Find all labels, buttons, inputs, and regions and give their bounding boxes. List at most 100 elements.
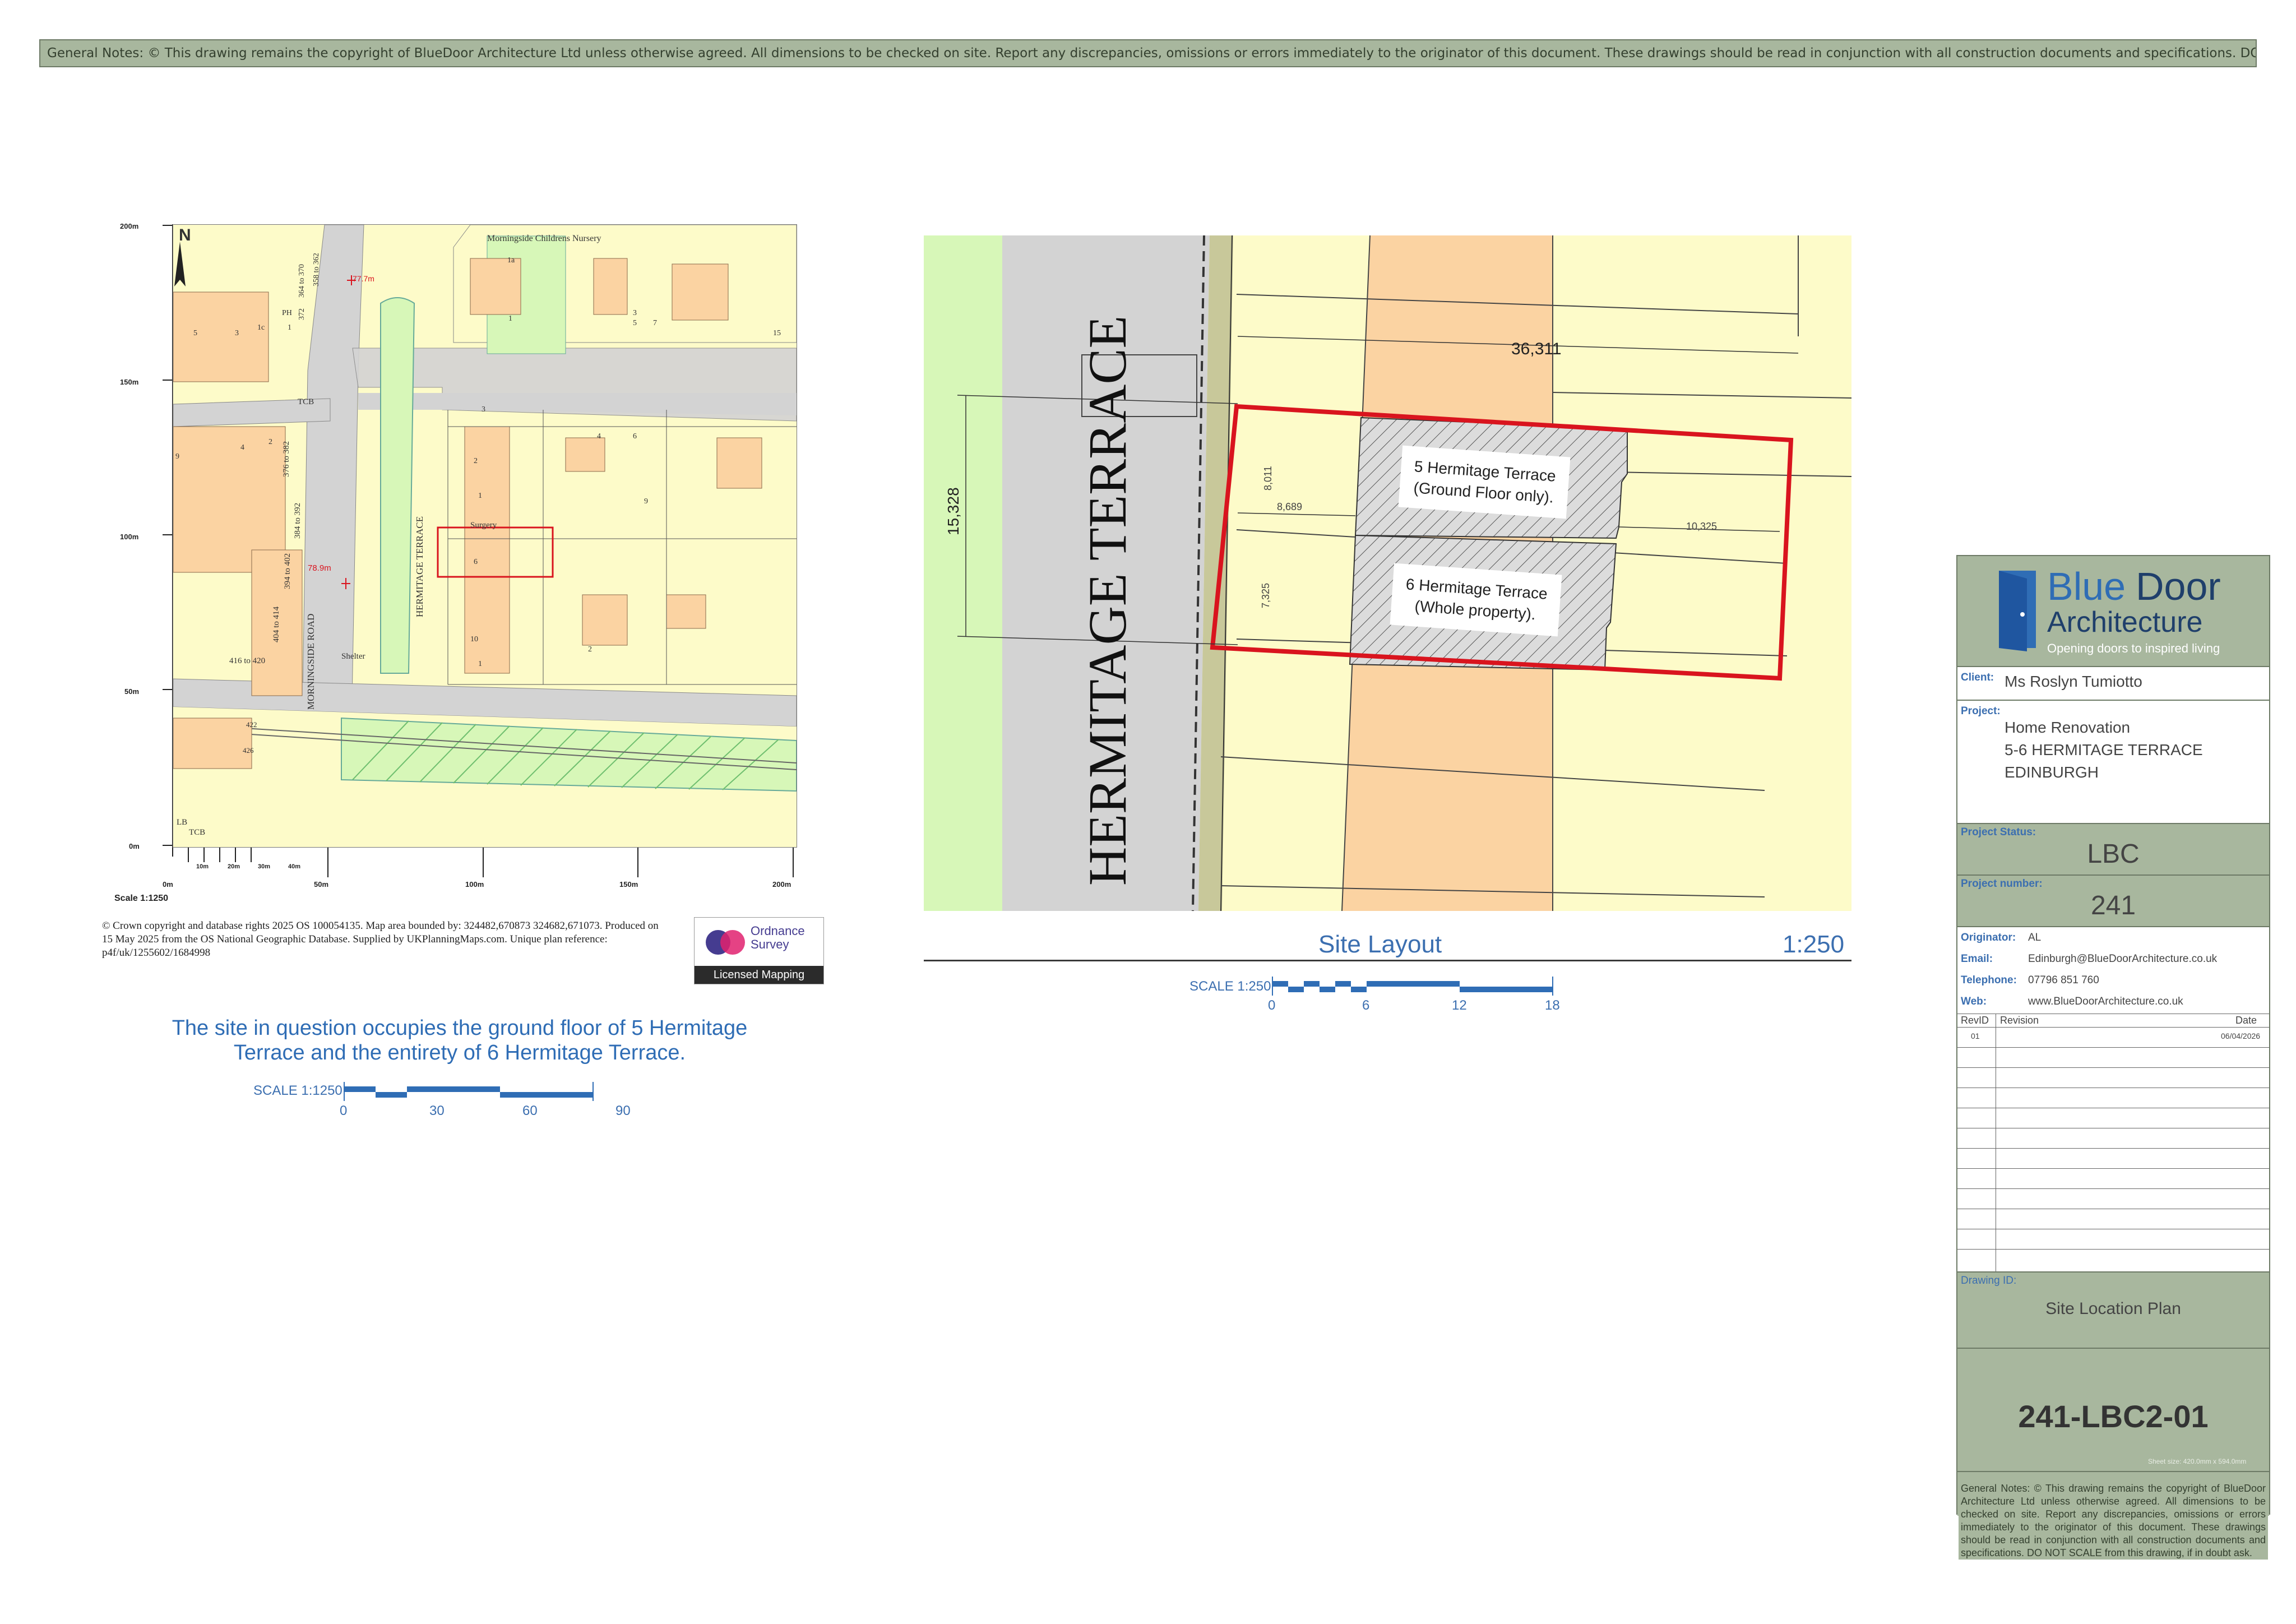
project-label: Project: — [1961, 705, 2001, 717]
number-value: 241 — [2090, 891, 2136, 920]
title-block: Blue Door Architecture Opening doors to … — [1956, 555, 2270, 1516]
spot-height-77: 77.7m — [353, 274, 374, 283]
house-no: 1 — [478, 660, 482, 668]
logo-blue: Blue — [2047, 565, 2126, 608]
house-no: 6 — [474, 558, 478, 566]
scale-250-tick-18: 18 — [1545, 998, 1560, 1013]
site-layout-scale: 1:250 — [1783, 931, 1845, 958]
scale-1250-tick-0: 0 — [340, 1103, 348, 1118]
licensed-mapping-label: Licensed Mapping — [695, 966, 823, 984]
house-no: 5 — [633, 319, 637, 327]
logo-tagline: Opening doors to inspired living — [2047, 641, 2220, 655]
label-358: 358 to 362 — [312, 253, 321, 286]
y-label-200: 200m — [120, 222, 139, 230]
os-copyright-text: © Crown copyright and database rights 20… — [102, 920, 659, 959]
label-ph: PH — [282, 309, 292, 317]
project-number-panel: Project number: 241 — [1957, 876, 2269, 926]
site-layout-title: Site Layout — [1318, 931, 1442, 958]
label-394: 394 to 402 — [283, 553, 292, 589]
email-label: Email: — [1961, 953, 1993, 965]
label-tcb-2: TCB — [189, 828, 206, 837]
os-location-map: N Morningside Childrens Nursery MORNINGS… — [173, 224, 797, 848]
project-status-panel: Project Status: LBC — [1957, 824, 2269, 875]
site-layout-drawing: 36,311 15,328 8,011 8,689 7,325 10,325 H… — [924, 235, 1851, 911]
scale-1250-tick-30: 30 — [429, 1103, 445, 1118]
label-376: 376 to 382 — [282, 441, 291, 477]
logo-architecture: Architecture — [2047, 606, 2203, 639]
dim-8011: 8,011 — [1262, 466, 1274, 491]
dim-10325: 10,325 — [1686, 521, 1717, 532]
map-scale-text: Scale 1:1250 — [114, 894, 169, 903]
spot-height-78: 78.9m — [308, 563, 331, 573]
scale-1250-bar — [344, 1082, 594, 1101]
scale-1250-label: SCALE 1:1250 — [253, 1083, 342, 1098]
project-line-2: 5-6 HERMITAGE TERRACE — [2005, 741, 2203, 758]
house-no: 3 — [235, 329, 239, 337]
y-label-100: 100m — [120, 533, 139, 541]
label-surgery: Surgery — [470, 521, 497, 530]
originator-label: Originator: — [1961, 932, 2016, 943]
scale-250-bar — [1272, 977, 1553, 996]
street-name-label: HERMITAGE TERRACE — [1077, 316, 1137, 886]
door-logo-icon — [1999, 571, 2036, 651]
os-name: Ordnance Survey — [751, 924, 805, 951]
web-link[interactable]: www.BlueDoorArchitecture.co.uk — [2028, 996, 2183, 1008]
rev-1-id: 01 — [1971, 1031, 1980, 1040]
y-label-150: 150m — [120, 378, 139, 386]
label-shelter: Shelter — [341, 652, 365, 661]
originator-value: AL — [2028, 932, 2042, 943]
scale-250-tick-6: 6 — [1362, 998, 1370, 1013]
site-layout-plan: 36,311 15,328 8,011 8,689 7,325 10,325 H… — [924, 235, 1851, 911]
ordnance-survey-badge: Ordnance Survey Licensed Mapping — [694, 917, 824, 984]
scale-1250-tick-90: 90 — [615, 1103, 631, 1118]
house-no: 426 — [243, 746, 254, 755]
drawing-number: 241-LBC2-01 — [2018, 1399, 2209, 1434]
house-no: 4 — [240, 443, 244, 452]
statement-line-1: The site in question occupies the ground… — [172, 1016, 748, 1040]
label-nursery: Morningside Childrens Nursery — [487, 234, 601, 243]
label-372: 372 — [298, 308, 306, 320]
logo-panel: Blue Door Architecture Opening doors to … — [1957, 556, 2269, 666]
general-notes-banner: General Notes: © This drawing remains th… — [39, 39, 2257, 67]
house-no: 2 — [588, 645, 592, 654]
scale-1250-tick-60: 60 — [522, 1103, 538, 1118]
web-label: Web: — [1961, 996, 1987, 1007]
rev-col-id: RevID — [1961, 1015, 1989, 1026]
site-statement: The site in question occupies the ground… — [151, 1016, 768, 1065]
number-label: Project number: — [1961, 878, 2043, 890]
house-no: 4 — [597, 432, 601, 441]
email-link[interactable]: Edinburgh@BlueDoorArchitecture.co.uk — [2028, 953, 2217, 965]
house-no: 10 — [470, 635, 478, 644]
label-1a: 1a — [507, 256, 515, 265]
rev-col-date: Date — [2235, 1015, 2257, 1026]
scale-250-label: SCALE 1:250 — [1189, 979, 1271, 994]
rev-1-date: 06/04/2026 — [2221, 1031, 2261, 1040]
x-axis-ticks — [172, 846, 796, 877]
label-morningside-road-text: MORNINGSIDE ROAD — [305, 613, 316, 710]
label-hermitage-terrace: HERMITAGE TERRACE — [414, 516, 425, 617]
label-364: 364 to 370 — [298, 264, 306, 298]
x-label-100: 100m — [465, 880, 484, 889]
drawing-id-panel: Drawing ID: Site Location Plan — [1957, 1273, 2269, 1348]
x-label-50: 50m — [314, 880, 329, 889]
os-map-drawing — [173, 225, 797, 847]
house-no: 3 — [633, 309, 637, 317]
logo-door: Door — [2136, 565, 2221, 608]
house-no: 1 — [508, 314, 512, 323]
dim-height: 15,328 — [945, 487, 962, 535]
house-no: 422 — [246, 720, 257, 729]
dim-width: 36,311 — [1511, 340, 1562, 358]
os-logo-icon — [706, 930, 745, 955]
site-layout-divider — [924, 960, 1851, 961]
dim-7325: 7,325 — [1260, 583, 1271, 608]
house-no: 9 — [175, 452, 179, 461]
drawing-number-panel: 241-LBC2-01 Sheet size: 420.0mm x 594.0m… — [1957, 1349, 2269, 1471]
project-line-3: EDINBURGH — [2005, 764, 2099, 781]
status-value: LBC — [2087, 839, 2140, 869]
house-no: 2 — [269, 438, 272, 446]
x-label-200: 200m — [772, 880, 791, 889]
label-1c: 1c — [257, 323, 265, 332]
house-no: 1 — [288, 323, 291, 332]
os-name-line2: Survey — [751, 937, 789, 951]
sheet-size: Sheet size: 420.0mm x 594.0mm — [2148, 1458, 2247, 1465]
